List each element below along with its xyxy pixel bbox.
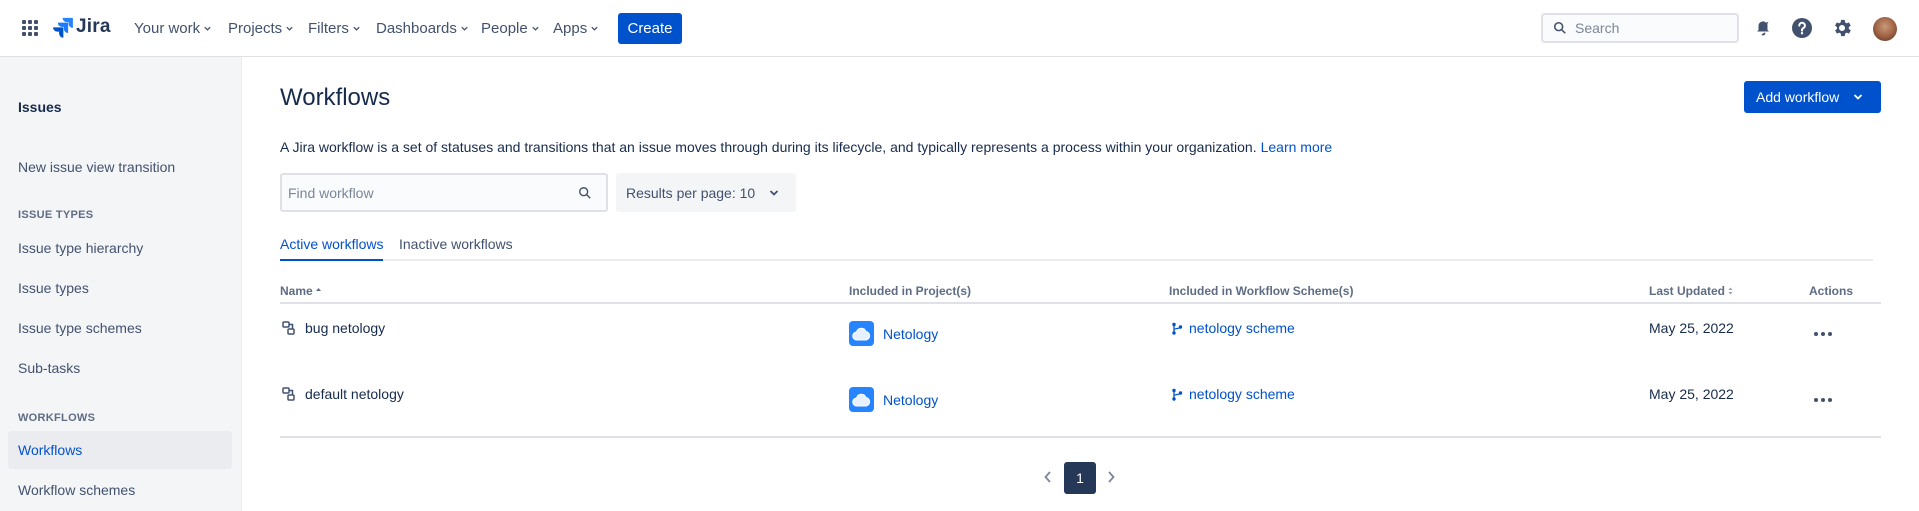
workflow-name-cell: bug netology	[282, 320, 385, 336]
scheme-cell: netology scheme	[1171, 386, 1295, 402]
column-header-schemes: Included in Workflow Scheme(s)	[1169, 284, 1354, 298]
nav-label: Dashboards	[376, 20, 457, 37]
chevron-down-icon	[591, 26, 598, 31]
results-per-page-value: Results per page: 10	[626, 184, 756, 201]
project-link[interactable]: Netology	[883, 326, 938, 342]
chevron-down-icon	[532, 26, 539, 31]
nav-label: Filters	[308, 20, 349, 37]
project-avatar	[849, 387, 874, 412]
project-link[interactable]: Netology	[883, 392, 938, 408]
scheme-link[interactable]: netology scheme	[1189, 320, 1295, 336]
nav-label: Projects	[228, 20, 283, 37]
settings-gear-icon[interactable]	[1831, 17, 1853, 39]
workflow-icon	[282, 387, 295, 401]
nav-label: People	[481, 20, 528, 37]
top-navigation: Jira Your work Projects Filters Dashboar…	[0, 0, 1919, 57]
search-icon	[1553, 21, 1566, 34]
last-updated-cell: May 25, 2022	[1649, 320, 1734, 336]
workflow-tabs: Active workflows Inactive workflows	[280, 236, 1873, 261]
last-updated-cell: May 25, 2022	[1649, 386, 1734, 402]
notifications-icon[interactable]	[1752, 17, 1774, 39]
page-title: Workflows	[280, 84, 391, 111]
project-avatar	[849, 321, 874, 346]
sidebar-heading-issue-types: ISSUE TYPES	[18, 209, 94, 221]
workflow-description: A Jira workflow is a set of statuses and…	[280, 139, 1332, 155]
scheme-cell: netology scheme	[1171, 320, 1295, 336]
sidebar-item-sub-tasks[interactable]: Sub-tasks	[8, 349, 232, 387]
column-header-name[interactable]: Name	[280, 284, 322, 298]
sort-icon	[1728, 287, 1733, 295]
sidebar-item-issue-types[interactable]: Issue types	[8, 269, 232, 307]
column-header-last-updated[interactable]: Last Updated	[1649, 284, 1734, 298]
find-workflow-input[interactable]	[288, 184, 578, 201]
chevron-right-icon[interactable]	[1106, 470, 1116, 484]
jira-logo-icon	[53, 17, 73, 38]
tab-inactive-workflows[interactable]: Inactive workflows	[399, 236, 513, 261]
sidebar-item-workflow-schemes[interactable]: Workflow schemes	[8, 471, 232, 509]
workflow-scheme-icon	[1172, 322, 1183, 335]
chevron-down-icon	[204, 26, 211, 31]
project-cell: Netology	[849, 321, 938, 346]
sidebar-title: Issues	[18, 99, 62, 115]
table-header-divider	[280, 302, 1881, 304]
workflow-name-cell: default netology	[282, 386, 404, 402]
user-avatar[interactable]	[1873, 17, 1897, 41]
nav-your-work[interactable]: Your work	[134, 20, 212, 37]
sidebar-heading-workflows: WORKFLOWS	[18, 412, 96, 424]
project-cell: Netology	[849, 387, 938, 412]
global-search[interactable]	[1541, 13, 1739, 43]
results-per-page-select[interactable]: Results per page: 10	[616, 173, 796, 212]
column-header-label: Name	[280, 284, 313, 298]
nav-label: Apps	[553, 20, 588, 37]
tab-active-workflows[interactable]: Active workflows	[280, 236, 384, 261]
logo-text: Jira	[76, 16, 111, 37]
create-button[interactable]: Create	[618, 13, 682, 44]
chevron-left-icon[interactable]	[1043, 470, 1053, 484]
workflow-name[interactable]: bug netology	[305, 320, 385, 336]
chevron-down-icon	[286, 26, 293, 31]
chevron-down-icon	[770, 189, 779, 196]
nav-projects[interactable]: Projects	[228, 20, 294, 37]
jira-logo[interactable]: Jira	[52, 16, 111, 38]
add-workflow-label: Add workflow	[1756, 89, 1840, 105]
nav-dashboards[interactable]: Dashboards	[376, 20, 469, 37]
search-icon	[579, 186, 591, 199]
sidebar-item-issue-type-schemes[interactable]: Issue type schemes	[8, 309, 232, 347]
pagination-page-current[interactable]: 1	[1064, 462, 1096, 494]
nav-people[interactable]: People	[481, 20, 540, 37]
add-workflow-button[interactable]: Add workflow	[1744, 81, 1881, 113]
more-actions-icon[interactable]	[1814, 398, 1832, 402]
nav-filters[interactable]: Filters	[308, 20, 361, 37]
chevron-down-icon	[461, 26, 468, 31]
nav-apps[interactable]: Apps	[553, 20, 599, 37]
column-header-projects: Included in Project(s)	[849, 284, 972, 298]
sidebar-item-workflows[interactable]: Workflows	[8, 431, 232, 469]
search-input[interactable]	[1575, 20, 1725, 36]
learn-more-link[interactable]: Learn more	[1261, 139, 1333, 155]
column-header-label: Last Updated	[1649, 284, 1726, 298]
find-workflow-field[interactable]	[280, 173, 608, 212]
chevron-down-icon	[353, 26, 360, 31]
admin-sidebar: Issues New issue view transition ISSUE T…	[0, 57, 242, 511]
workflow-name[interactable]: default netology	[305, 386, 404, 402]
scheme-link[interactable]: netology scheme	[1189, 386, 1295, 402]
sidebar-item-issue-type-hierarchy[interactable]: Issue type hierarchy	[8, 229, 232, 267]
workflow-icon	[282, 321, 295, 335]
description-text: A Jira workflow is a set of statuses and…	[280, 139, 1257, 155]
more-actions-icon[interactable]	[1814, 332, 1832, 336]
column-header-actions: Actions	[1809, 284, 1854, 298]
cloud-icon	[852, 393, 871, 406]
cloud-icon	[852, 327, 871, 340]
nav-label: Your work	[134, 20, 201, 37]
sidebar-item-new-issue-view-transition[interactable]: New issue view transition	[8, 148, 232, 186]
app-switcher-icon[interactable]	[22, 20, 38, 36]
table-bottom-divider	[280, 436, 1881, 438]
help-icon[interactable]	[1791, 17, 1813, 39]
sort-ascending-icon	[315, 288, 321, 291]
workflow-scheme-icon	[1172, 388, 1183, 401]
chevron-down-icon	[1854, 94, 1863, 100]
